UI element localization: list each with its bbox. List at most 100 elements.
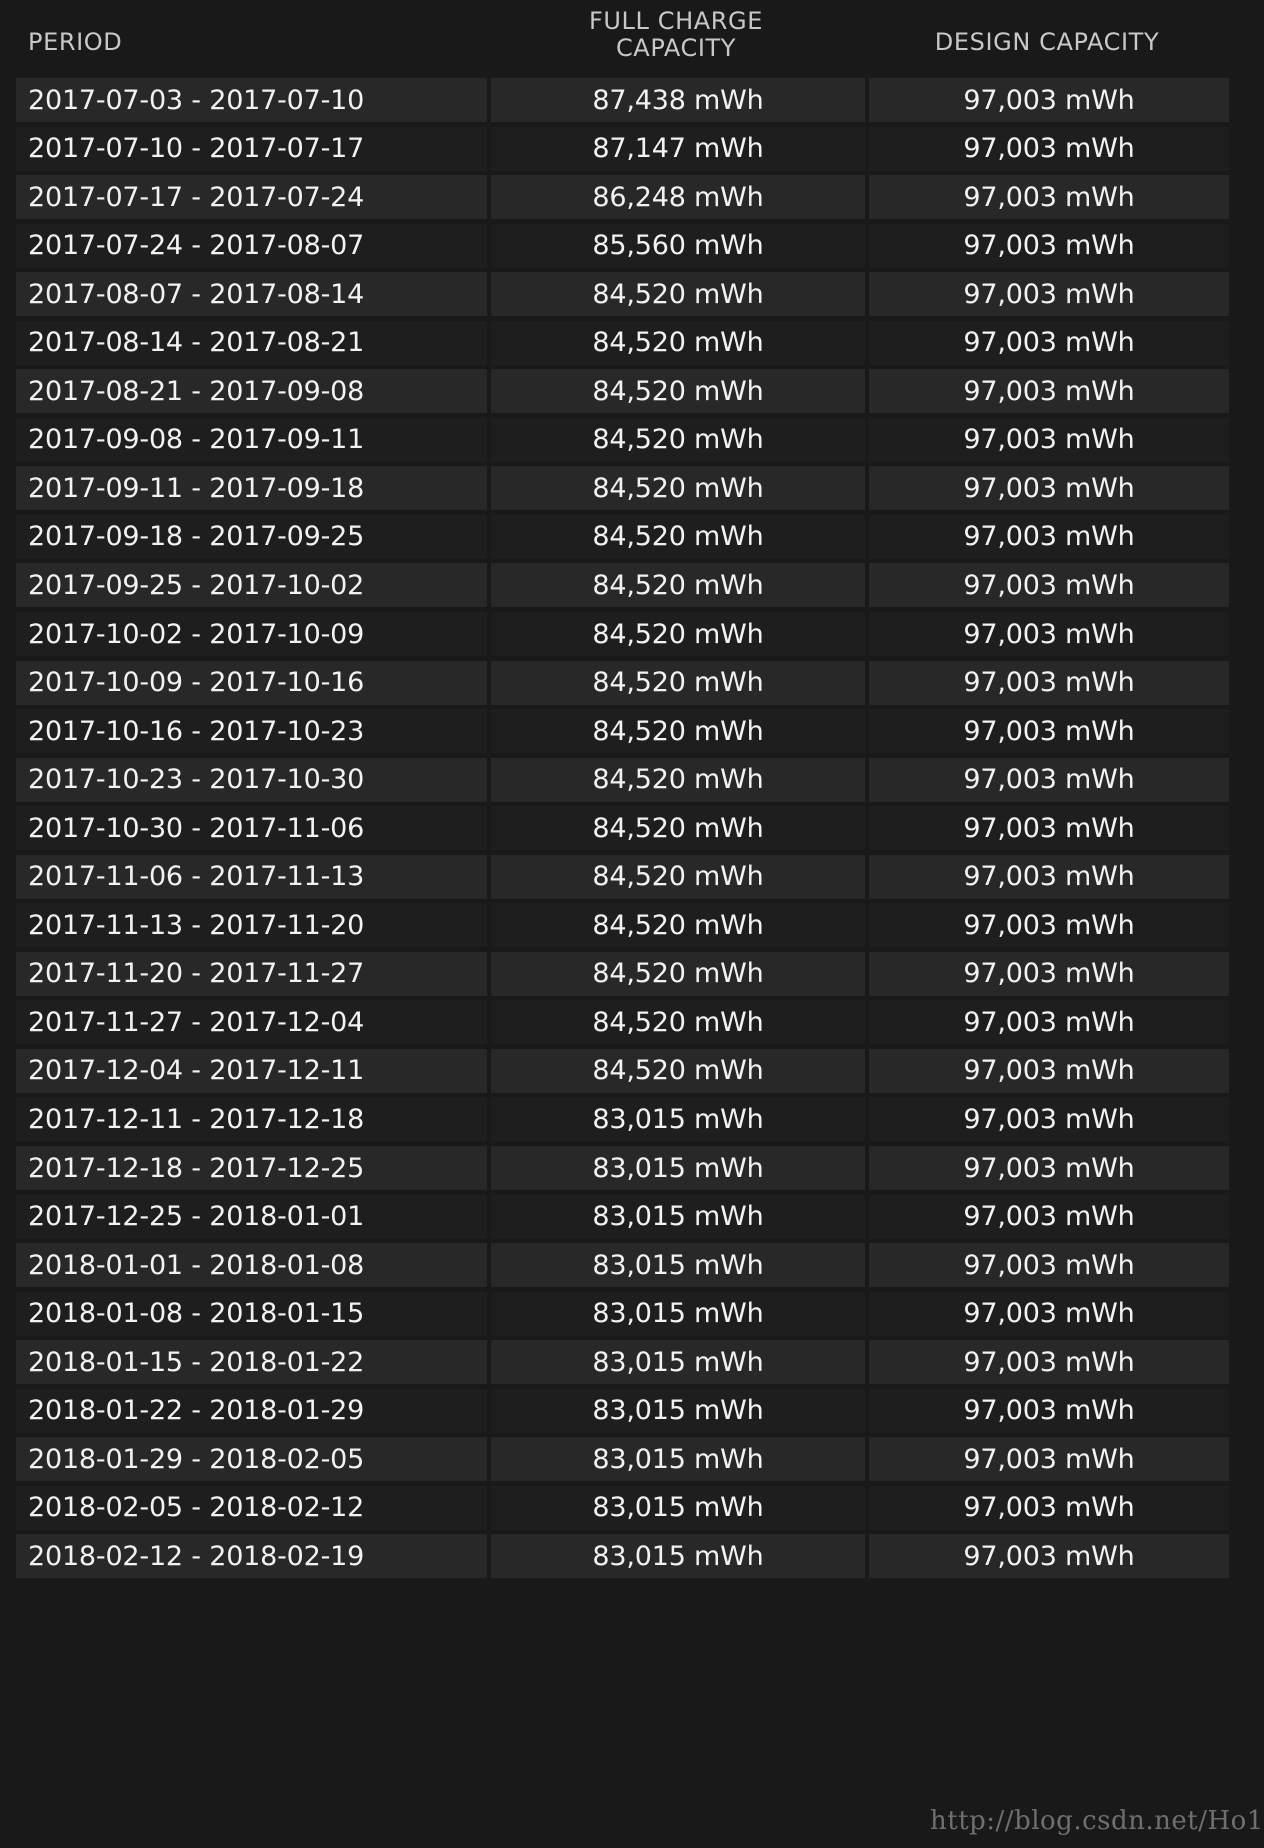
cell-period: 2017-10-16 - 2017-10-23 — [16, 709, 487, 754]
table-row: 2017-10-16 - 2017-10-23 84,520 mWh 97,003 … — [16, 707, 1229, 756]
table-row: 2018-01-15 - 2018-01-22 83,015 mWh 97,003 … — [16, 1338, 1229, 1387]
table-row: 2017-12-25 - 2018-01-01 83,015 mWh 97,003 … — [16, 1193, 1229, 1242]
cell-period: 2017-07-24 - 2017-08-07 — [16, 223, 487, 268]
cell-full-charge-capacity: 84,520 mWh — [491, 709, 865, 754]
cell-period: 2017-10-30 - 2017-11-06 — [16, 806, 487, 851]
column-header-full-charge-capacity-line1: FULL CHARGE — [588, 7, 763, 36]
cell-period: 2018-01-22 - 2018-01-29 — [16, 1388, 487, 1433]
column-header-period-label: PERIOD — [28, 28, 123, 57]
table-row: 2017-11-27 - 2017-12-04 84,520 mWh 97,003 … — [16, 998, 1229, 1047]
cell-period: 2017-12-11 - 2017-12-18 — [16, 1097, 487, 1142]
table-row: 2018-01-01 - 2018-01-08 83,015 mWh 97,003 … — [16, 1241, 1229, 1290]
cell-design-capacity: 97,003 mWh — [869, 1194, 1229, 1239]
cell-design-capacity: 97,003 mWh — [869, 1000, 1229, 1045]
cell-design-capacity: 97,003 mWh — [869, 709, 1229, 754]
cell-full-charge-capacity: 84,520 mWh — [491, 806, 865, 851]
cell-period: 2017-08-07 - 2017-08-14 — [16, 272, 487, 317]
cell-design-capacity: 97,003 mWh — [869, 951, 1229, 996]
cell-period: 2018-02-12 - 2018-02-19 — [16, 1534, 487, 1579]
cell-period: 2017-07-10 - 2017-07-17 — [16, 126, 487, 171]
cell-full-charge-capacity: 83,015 mWh — [491, 1485, 865, 1530]
cell-full-charge-capacity: 87,438 mWh — [491, 78, 865, 122]
table-row: 2018-02-12 - 2018-02-19 83,015 mWh 97,003 … — [16, 1532, 1229, 1581]
cell-design-capacity: 97,003 mWh — [869, 612, 1229, 657]
cell-design-capacity: 97,003 mWh — [869, 1437, 1229, 1482]
cell-design-capacity: 97,003 mWh — [869, 417, 1229, 462]
cell-full-charge-capacity: 84,520 mWh — [491, 369, 865, 414]
cell-full-charge-capacity: 83,015 mWh — [491, 1437, 865, 1482]
cell-full-charge-capacity: 84,520 mWh — [491, 612, 865, 657]
cell-design-capacity: 97,003 mWh — [869, 223, 1229, 268]
table-row: 2017-10-23 - 2017-10-30 84,520 mWh 97,003 … — [16, 756, 1229, 805]
table-row: 2017-09-18 - 2017-09-25 84,520 mWh 97,003 … — [16, 513, 1229, 562]
cell-full-charge-capacity: 84,520 mWh — [491, 951, 865, 996]
cell-full-charge-capacity: 84,520 mWh — [491, 514, 865, 559]
table-row: 2018-02-05 - 2018-02-12 83,015 mWh 97,003 … — [16, 1484, 1229, 1533]
cell-design-capacity: 97,003 mWh — [869, 854, 1229, 899]
cell-design-capacity: 97,003 mWh — [869, 126, 1229, 171]
cell-full-charge-capacity: 83,015 mWh — [491, 1534, 865, 1579]
cell-period: 2017-08-14 - 2017-08-21 — [16, 320, 487, 365]
table-row: 2018-01-29 - 2018-02-05 83,015 mWh 97,003 … — [16, 1435, 1229, 1484]
cell-period: 2017-07-03 - 2017-07-10 — [16, 78, 487, 122]
cell-full-charge-capacity: 84,520 mWh — [491, 1000, 865, 1045]
table-body: 2017-07-03 - 2017-07-10 87,438 mWh 97,003 … — [16, 76, 1229, 1581]
cell-period: 2017-12-25 - 2018-01-01 — [16, 1194, 487, 1239]
cell-design-capacity: 97,003 mWh — [869, 1097, 1229, 1142]
table-row: 2017-07-17 - 2017-07-24 86,248 mWh 97,003 … — [16, 173, 1229, 222]
cell-design-capacity: 97,003 mWh — [869, 1340, 1229, 1385]
cell-design-capacity: 97,003 mWh — [869, 806, 1229, 851]
cell-design-capacity: 97,003 mWh — [869, 369, 1229, 414]
cell-design-capacity: 97,003 mWh — [869, 1485, 1229, 1530]
table-row: 2017-12-04 - 2017-12-11 84,520 mWh 97,003 … — [16, 1047, 1229, 1096]
cell-full-charge-capacity: 83,015 mWh — [491, 1194, 865, 1239]
cell-period: 2017-12-04 - 2017-12-11 — [16, 1048, 487, 1093]
cell-period: 2017-10-23 - 2017-10-30 — [16, 757, 487, 802]
table-row: 2018-01-22 - 2018-01-29 83,015 mWh 97,003 … — [16, 1387, 1229, 1436]
cell-design-capacity: 97,003 mWh — [869, 1048, 1229, 1093]
table-row: 2017-09-11 - 2017-09-18 84,520 mWh 97,003 … — [16, 464, 1229, 513]
table-row: 2017-08-21 - 2017-09-08 84,520 mWh 97,003 … — [16, 367, 1229, 416]
column-header-design-capacity: DESIGN CAPACITY — [865, 0, 1229, 76]
cell-full-charge-capacity: 83,015 mWh — [491, 1388, 865, 1433]
cell-period: 2017-10-09 - 2017-10-16 — [16, 660, 487, 705]
cell-period: 2017-11-20 - 2017-11-27 — [16, 951, 487, 996]
cell-full-charge-capacity: 86,248 mWh — [491, 175, 865, 220]
cell-full-charge-capacity: 83,015 mWh — [491, 1097, 865, 1142]
cell-design-capacity: 97,003 mWh — [869, 660, 1229, 705]
cell-design-capacity: 97,003 mWh — [869, 757, 1229, 802]
column-header-period: PERIOD — [16, 0, 487, 76]
table-row: 2017-07-10 - 2017-07-17 87,147 mWh 97,003 … — [16, 125, 1229, 174]
cell-period: 2017-09-11 - 2017-09-18 — [16, 466, 487, 511]
cell-period: 2018-01-01 - 2018-01-08 — [16, 1243, 487, 1288]
column-header-full-charge-capacity-line2: CAPACITY — [615, 34, 737, 62]
cell-full-charge-capacity: 84,520 mWh — [491, 757, 865, 802]
cell-full-charge-capacity: 84,520 mWh — [491, 272, 865, 317]
battery-capacity-history-table: PERIOD FULL CHARGE CAPACITY DESIGN CAPAC… — [16, 0, 1229, 1581]
table-header-row: PERIOD FULL CHARGE CAPACITY DESIGN CAPAC… — [16, 0, 1229, 76]
table-row: 2017-07-24 - 2017-08-07 85,560 mWh 97,003 … — [16, 222, 1229, 271]
column-header-design-capacity-label: DESIGN CAPACITY — [934, 28, 1160, 57]
table-row: 2018-01-08 - 2018-01-15 83,015 mWh 97,003 … — [16, 1290, 1229, 1339]
cell-full-charge-capacity: 85,560 mWh — [491, 223, 865, 268]
cell-design-capacity: 97,003 mWh — [869, 1243, 1229, 1288]
cell-period: 2017-08-21 - 2017-09-08 — [16, 369, 487, 414]
table-row: 2017-08-14 - 2017-08-21 84,520 mWh 97,003 … — [16, 319, 1229, 368]
battery-report-page: PERIOD FULL CHARGE CAPACITY DESIGN CAPAC… — [0, 0, 1264, 1848]
table-row: 2017-12-18 - 2017-12-25 83,015 mWh 97,003 … — [16, 1144, 1229, 1193]
cell-design-capacity: 97,003 mWh — [869, 1291, 1229, 1336]
cell-period: 2018-01-15 - 2018-01-22 — [16, 1340, 487, 1385]
cell-period: 2018-01-29 - 2018-02-05 — [16, 1437, 487, 1482]
cell-period: 2017-11-13 - 2017-11-20 — [16, 903, 487, 948]
cell-full-charge-capacity: 84,520 mWh — [491, 466, 865, 511]
cell-full-charge-capacity: 84,520 mWh — [491, 854, 865, 899]
cell-period: 2017-09-25 - 2017-10-02 — [16, 563, 487, 608]
column-header-full-charge-capacity: FULL CHARGE CAPACITY — [487, 0, 865, 76]
table-row: 2017-11-06 - 2017-11-13 84,520 mWh 97,003 … — [16, 853, 1229, 902]
cell-design-capacity: 97,003 mWh — [869, 1534, 1229, 1579]
table-row: 2017-09-25 - 2017-10-02 84,520 mWh 97,003 … — [16, 561, 1229, 610]
cell-design-capacity: 97,003 mWh — [869, 514, 1229, 559]
cell-design-capacity: 97,003 mWh — [869, 320, 1229, 365]
cell-period: 2018-01-08 - 2018-01-15 — [16, 1291, 487, 1336]
cell-design-capacity: 97,003 mWh — [869, 466, 1229, 511]
